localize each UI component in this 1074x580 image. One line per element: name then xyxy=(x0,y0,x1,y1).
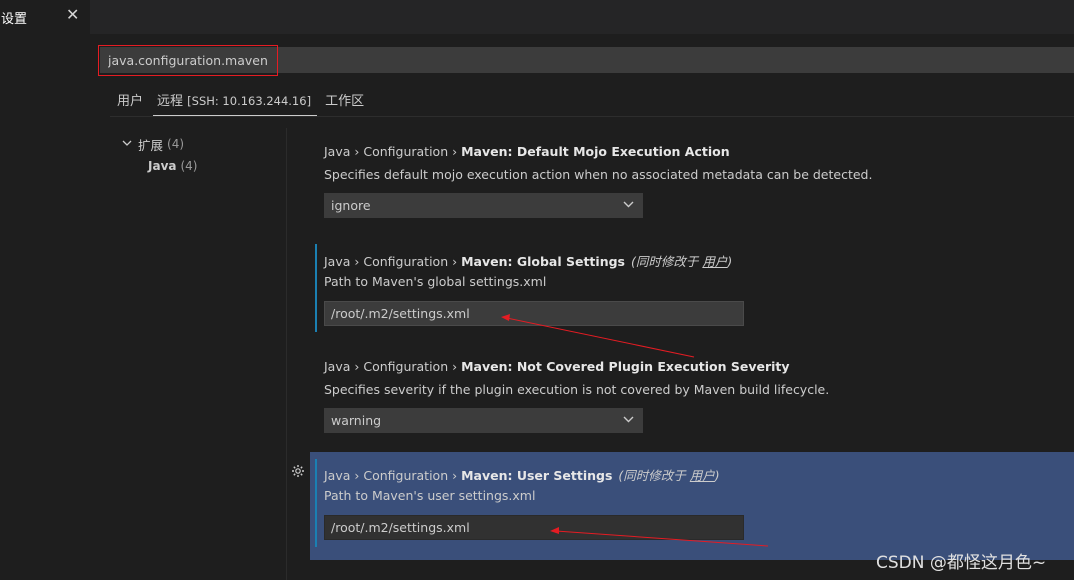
annotation-arrowhead-user xyxy=(550,527,559,534)
annotation-arrowhead-global xyxy=(501,314,510,321)
watermark: CSDN @都怪这月色~ xyxy=(876,553,1047,573)
annotation-arrow-global xyxy=(506,317,695,358)
annotation-arrow-user xyxy=(555,530,769,547)
annotation-arrows xyxy=(501,314,769,547)
